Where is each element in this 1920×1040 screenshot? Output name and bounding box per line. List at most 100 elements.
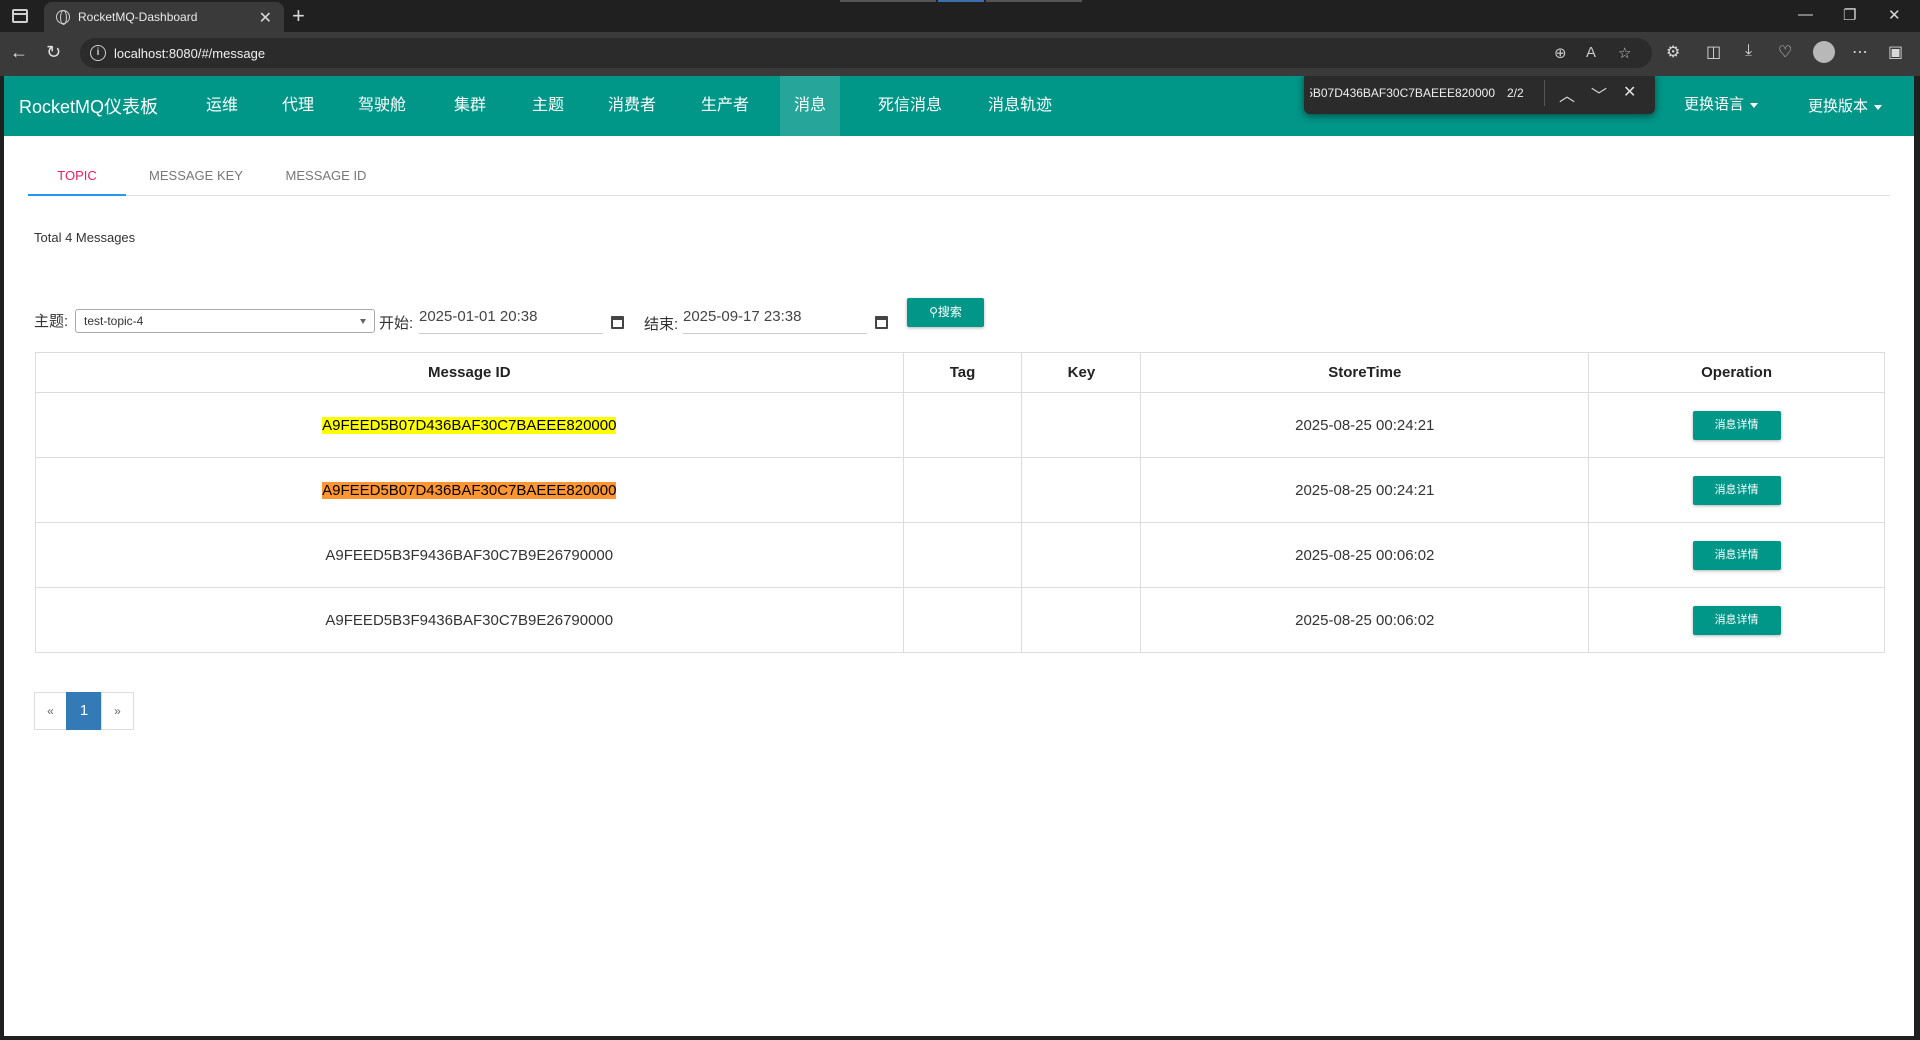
restore-icon[interactable]: ❐	[1843, 6, 1856, 24]
nav-consumer[interactable]: 消费者	[594, 76, 670, 136]
tab-actions-icon[interactable]	[12, 9, 28, 23]
page-viewport: RocketMQ仪表板 运维 代理 驾驶舱 集群 主题 消费者 生产者 消息 死…	[4, 76, 1914, 1036]
more-menu-icon[interactable]: ⋯	[1852, 42, 1868, 62]
search-icon: ⚲	[929, 305, 938, 319]
health-icon[interactable]: ♡	[1778, 42, 1792, 62]
end-time-value: 2025-09-17 23:38	[683, 308, 802, 325]
header-key: Key	[1021, 352, 1142, 393]
table-header-row: Message ID Tag Key StoreTime Operation	[35, 352, 1885, 393]
cell-tag	[902, 522, 1023, 588]
cell-message-id: A9FEED5B3F9436BAF30C7B9E26790000	[35, 522, 904, 588]
end-time-input[interactable]: 2025-09-17 23:38	[683, 304, 867, 334]
cell-store-time: 2025-08-25 00:06:02	[1140, 522, 1590, 588]
message-detail-button[interactable]: 消息详情	[1692, 410, 1781, 440]
pager-prev[interactable]: «	[34, 692, 67, 730]
address-bar[interactable]: i localhost:8080/#/message ⊕ A ☆	[80, 38, 1652, 68]
header-tag: Tag	[902, 352, 1023, 393]
cell-store-time: 2025-08-25 00:06:02	[1140, 587, 1590, 653]
find-next-icon[interactable]: ﹀	[1591, 82, 1607, 106]
nav-proxy[interactable]: 代理	[268, 76, 328, 136]
cell-message-id: A9FEED5B3F9436BAF30C7B9E26790000	[35, 587, 904, 653]
translate-icon[interactable]: ⊕	[1554, 44, 1567, 62]
find-close-icon[interactable]: ✕	[1623, 82, 1636, 102]
site-info-icon[interactable]: i	[90, 45, 106, 61]
message-detail-button[interactable]: 消息详情	[1692, 540, 1781, 570]
cell-tag	[902, 457, 1023, 523]
header-message-id: Message ID	[35, 352, 904, 393]
close-tab-icon[interactable]: ✕	[259, 8, 272, 28]
caret-down-icon	[1750, 102, 1759, 108]
version-dropdown[interactable]: 更换版本	[1808, 78, 1883, 138]
table-row: A9FEED5B3F9436BAF30C7B9E26790000 2025-08…	[35, 587, 1885, 653]
brand-title[interactable]: RocketMQ仪表板	[19, 93, 158, 119]
cell-store-time: 2025-08-25 00:24:21	[1140, 457, 1590, 523]
header-operation: Operation	[1588, 352, 1885, 393]
nav-dlq-message[interactable]: 死信消息	[864, 76, 956, 136]
search-button[interactable]: ⚲搜索	[907, 298, 984, 327]
cell-tag	[902, 392, 1023, 458]
favorite-star-icon[interactable]: ☆	[1618, 44, 1631, 62]
message-table: Message ID Tag Key StoreTime Operation A…	[35, 352, 1885, 653]
nav-message-trace[interactable]: 消息轨迹	[974, 76, 1066, 136]
cell-message-id: A9FEED5B07D436BAF30C7BAEEE820000	[35, 392, 904, 458]
window-edge-mark	[840, 0, 936, 2]
browser-tab[interactable]: RocketMQ-Dashboard ✕	[44, 2, 284, 32]
app-navbar: RocketMQ仪表板 运维 代理 驾驶舱 集群 主题 消费者 生产者 消息 死…	[4, 76, 1914, 136]
message-id-text: A9FEED5B07D436BAF30C7BAEEE820000	[322, 481, 617, 499]
table-row: A9FEED5B3F9436BAF30C7B9E26790000 2025-08…	[35, 522, 1885, 588]
window-edge-mark	[986, 0, 1082, 2]
topic-select[interactable]: test-topic-4	[75, 309, 375, 333]
find-previous-icon[interactable]: ︿	[1559, 82, 1575, 106]
message-id-text: A9FEED5B3F9436BAF30C7B9E26790000	[325, 611, 614, 629]
cell-store-time: 2025-08-25 00:24:21	[1140, 392, 1590, 458]
tab-title: RocketMQ-Dashboard	[78, 10, 198, 24]
sidebar-icon[interactable]: ▣	[1888, 42, 1903, 62]
tab-message-id[interactable]: MESSAGE ID	[266, 156, 386, 196]
split-screen-icon[interactable]: ◫	[1706, 42, 1721, 62]
message-detail-button[interactable]: 消息详情	[1692, 605, 1781, 635]
find-in-page-bar: A9FEED5B07D436BAF30C7BAEEE820000 2/2 ︿ ﹀…	[1304, 76, 1655, 114]
nav-message[interactable]: 消息	[780, 76, 841, 136]
browser-toolbar: ← ↻ i localhost:8080/#/message ⊕ A ☆ ⚙ ◫…	[0, 32, 1920, 76]
nav-ops[interactable]: 运维	[192, 76, 252, 136]
read-aloud-icon[interactable]: A	[1586, 44, 1596, 61]
version-label: 更换版本	[1808, 98, 1869, 115]
nav-producer[interactable]: 生产者	[687, 76, 763, 136]
cell-operation: 消息详情	[1588, 457, 1885, 523]
message-detail-button[interactable]: 消息详情	[1692, 475, 1781, 505]
pagination: « 1 »	[34, 692, 134, 730]
new-tab-icon[interactable]: +	[292, 3, 305, 29]
find-count: 2/2	[1507, 86, 1524, 100]
profile-avatar[interactable]	[1813, 41, 1835, 63]
message-id-text: A9FEED5B3F9436BAF30C7B9E26790000	[325, 546, 614, 564]
calendar-icon[interactable]	[875, 316, 888, 329]
nav-topic[interactable]: 主题	[518, 76, 578, 136]
url-text: localhost:8080/#/message	[114, 46, 266, 61]
nav-cluster[interactable]: 集群	[440, 76, 500, 136]
nav-dashboard[interactable]: 驾驶舱	[344, 76, 420, 136]
tab-message-key[interactable]: MESSAGE KEY	[126, 156, 266, 196]
back-icon[interactable]: ←	[10, 42, 28, 63]
close-window-icon[interactable]: ✕	[1888, 6, 1901, 24]
search-mode-tabs: TOPIC MESSAGE KEY MESSAGE ID	[28, 156, 1890, 196]
end-label: 结束:	[644, 316, 679, 333]
find-divider	[1544, 80, 1545, 106]
dropdown-arrow-icon	[360, 319, 366, 324]
language-label: 更换语言	[1684, 96, 1745, 113]
pager-page-1[interactable]: 1	[66, 692, 102, 730]
language-dropdown[interactable]: 更换语言	[1684, 76, 1759, 136]
minimize-icon[interactable]: —	[1798, 6, 1813, 23]
extensions-icon[interactable]: ⚙	[1666, 42, 1680, 62]
start-time-value: 2025-01-01 20:38	[419, 308, 538, 325]
cell-key	[1021, 587, 1142, 653]
message-id-text: A9FEED5B07D436BAF30C7BAEEE820000	[322, 416, 617, 434]
downloads-icon[interactable]: ⤓	[1745, 42, 1752, 60]
pager-next[interactable]: »	[101, 692, 134, 730]
find-input[interactable]: A9FEED5B07D436BAF30C7BAEEE820000	[1310, 86, 1495, 100]
cell-operation: 消息详情	[1588, 392, 1885, 458]
tab-topic[interactable]: TOPIC	[28, 156, 126, 196]
browser-tab-bar: RocketMQ-Dashboard ✕ + — ❐ ✕	[0, 0, 1920, 32]
calendar-icon[interactable]	[611, 316, 624, 329]
start-time-input[interactable]: 2025-01-01 20:38	[419, 304, 603, 334]
refresh-icon[interactable]: ↻	[46, 42, 61, 63]
